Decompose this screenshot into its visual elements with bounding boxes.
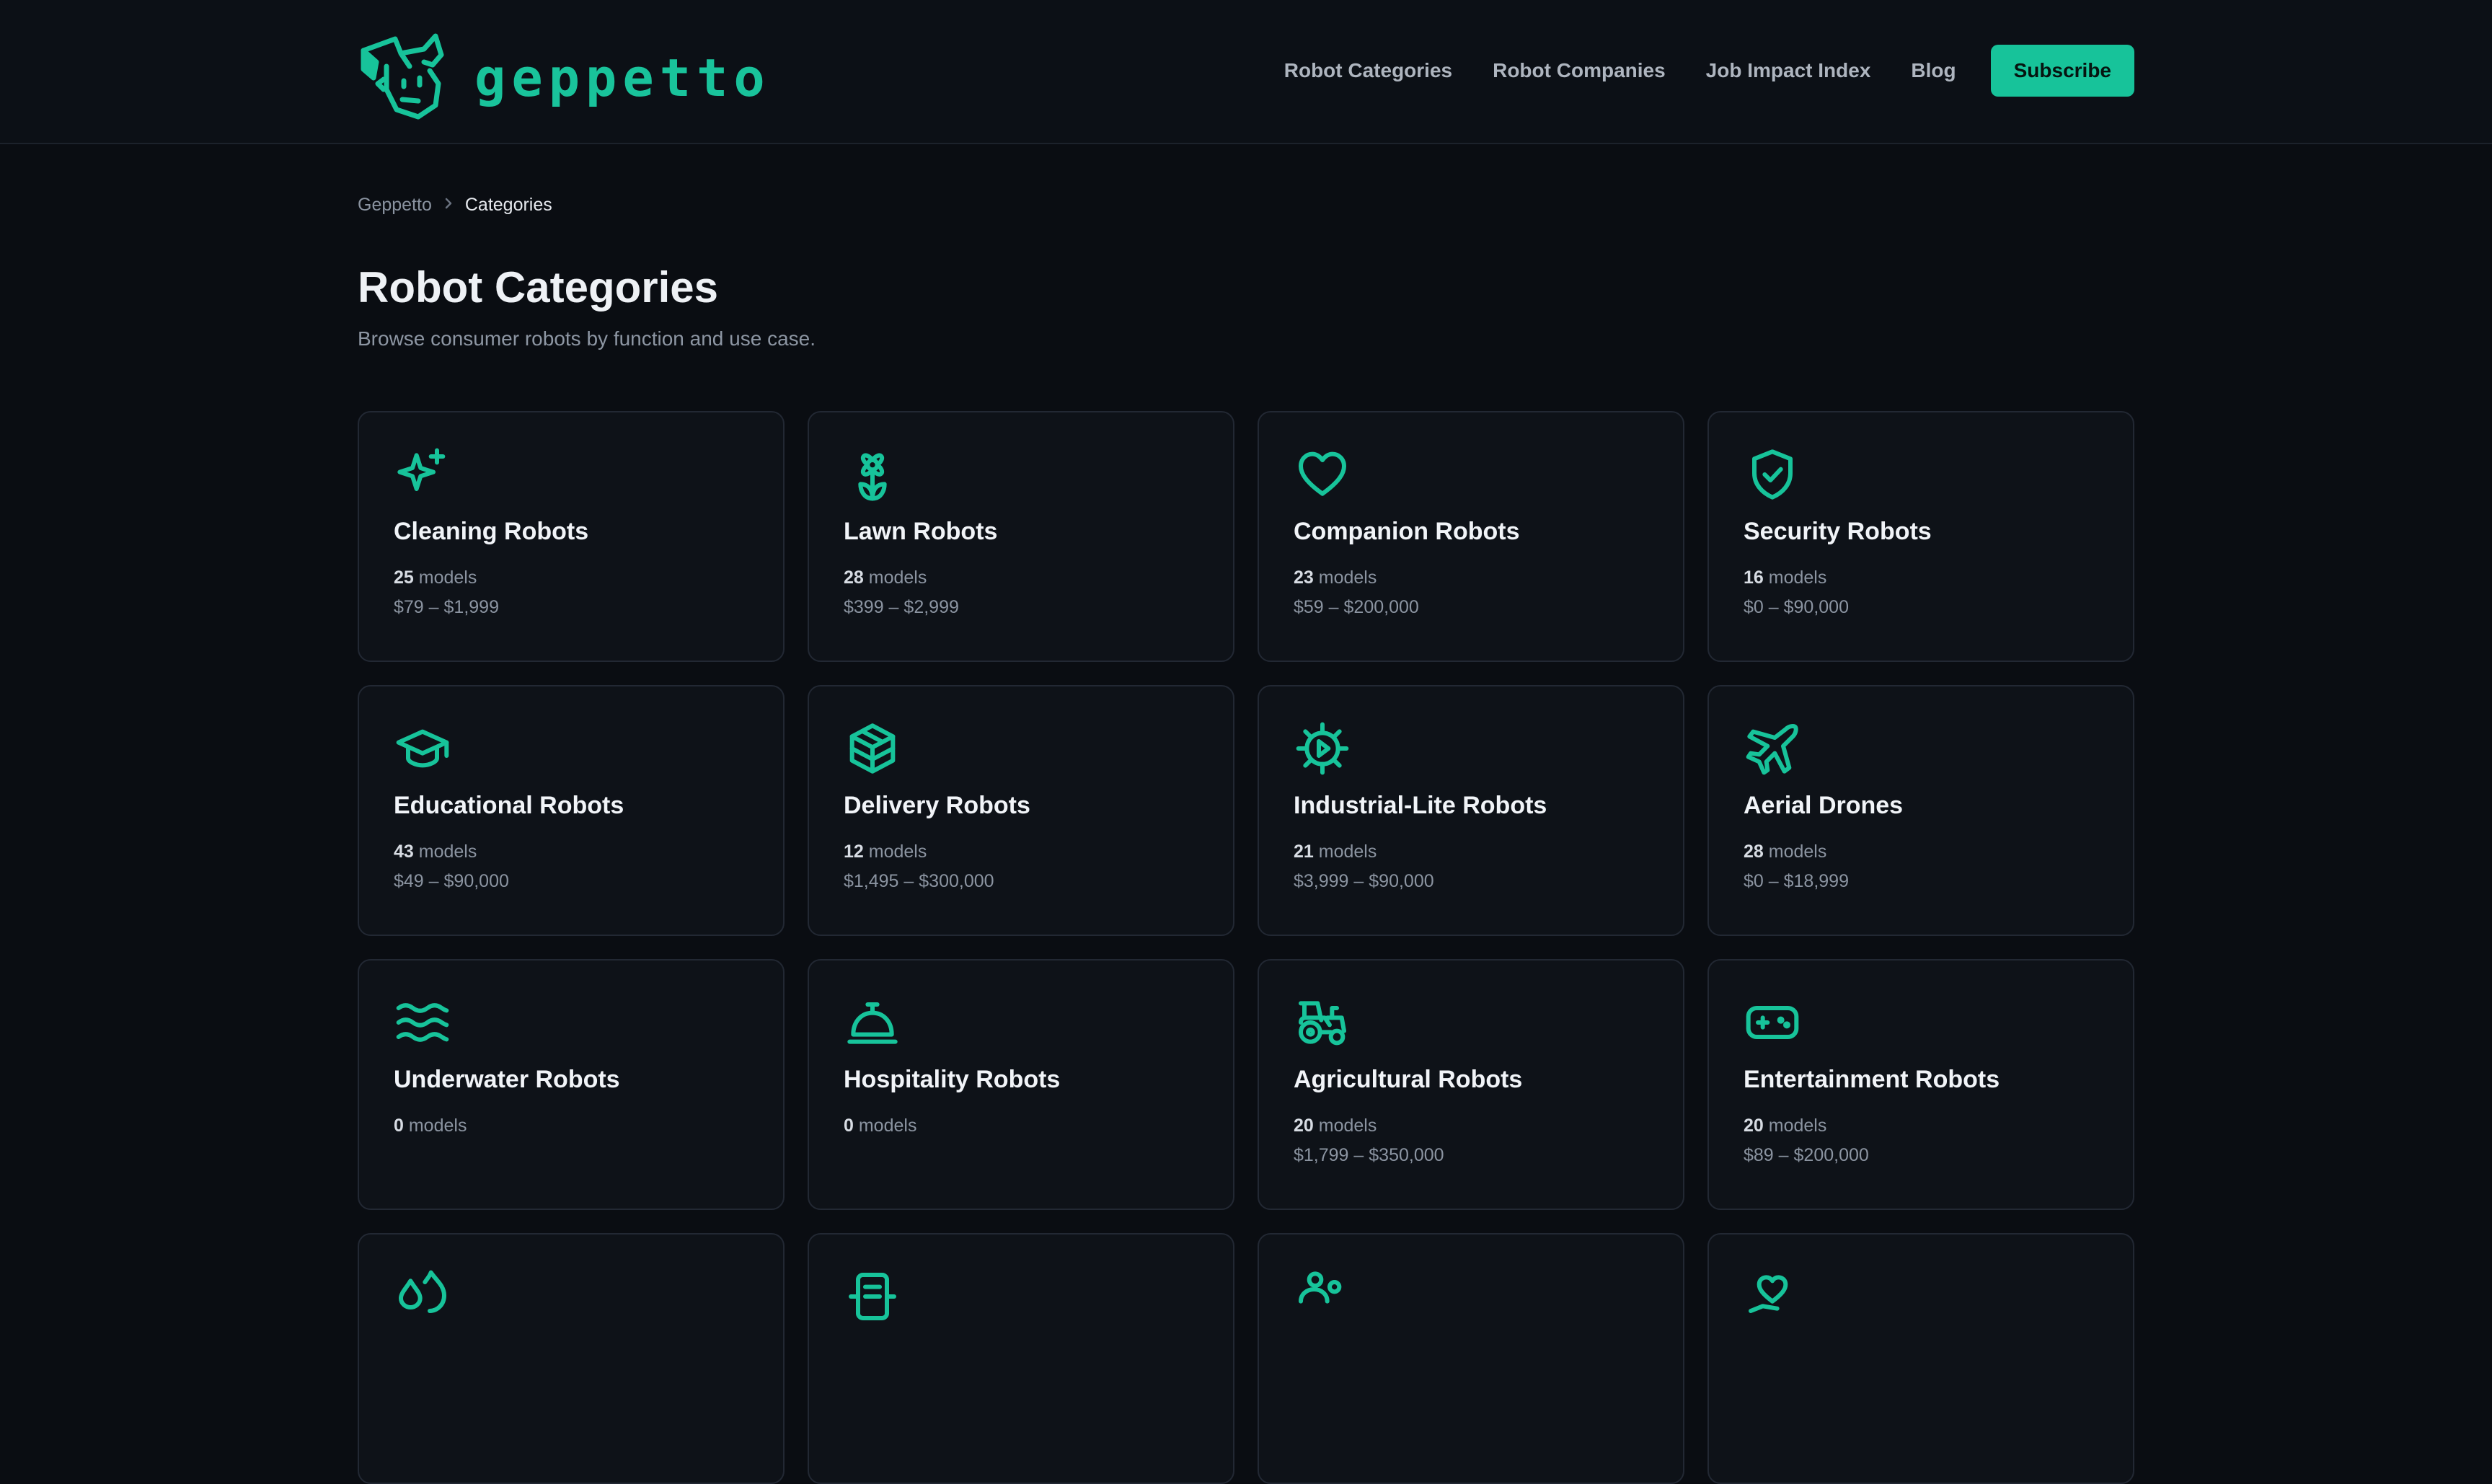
- flower-icon: [844, 446, 901, 503]
- brand-name: geppetto: [474, 48, 771, 108]
- tractor-icon: [1294, 994, 1351, 1051]
- category-card-13[interactable]: [358, 1233, 785, 1484]
- package-icon: [844, 720, 901, 777]
- category-card-entertainment[interactable]: Entertainment Robots 20 models $89 – $20…: [1707, 959, 2134, 1210]
- geppetto-logo-icon: [361, 33, 444, 120]
- category-card-lawn[interactable]: Lawn Robots 28 models $399 – $2,999: [808, 411, 1234, 662]
- breadcrumb-root[interactable]: Geppetto: [358, 195, 432, 216]
- category-count: 20 models: [1744, 1116, 1827, 1136]
- category-card-hospitality[interactable]: Hospitality Robots 0 models: [808, 959, 1234, 1210]
- category-name: Aerial Drones: [1744, 792, 1904, 819]
- category-name: Underwater Robots: [394, 1066, 620, 1093]
- page-subtitle: Browse consumer robots by function and u…: [358, 327, 816, 350]
- nav-blog[interactable]: Blog: [1911, 59, 1956, 82]
- category-count: 20 models: [1294, 1116, 1377, 1136]
- category-count: 21 models: [1294, 842, 1377, 862]
- category-price-range: $0 – $18,999: [1744, 871, 1849, 891]
- main-nav: Robot Categories Robot Companies Job Imp…: [1284, 45, 2134, 97]
- category-price-range: $1,495 – $300,000: [844, 871, 994, 891]
- category-name: Entertainment Robots: [1744, 1066, 2000, 1093]
- category-name: Educational Robots: [394, 792, 624, 819]
- category-name: Hospitality Robots: [844, 1066, 1061, 1093]
- category-count: 16 models: [1744, 567, 1827, 588]
- category-name: Companion Robots: [1294, 518, 1520, 545]
- clipboard-icon: [844, 1268, 901, 1325]
- category-count: 0 models: [394, 1116, 467, 1136]
- subscribe-button[interactable]: Subscribe: [1990, 45, 2134, 97]
- heart-icon: [1294, 446, 1351, 503]
- category-card-educational[interactable]: Educational Robots 43 models $49 – $90,0…: [358, 685, 785, 936]
- logo[interactable]: geppetto: [358, 33, 771, 123]
- service-bell-icon: [844, 994, 901, 1051]
- waves-icon: [394, 994, 451, 1051]
- breadcrumb-current: Categories: [464, 194, 552, 215]
- heart-hand-icon: [1744, 1268, 1801, 1325]
- bubbles-icon: [1294, 1268, 1351, 1325]
- gear-play-icon: [1294, 720, 1351, 777]
- category-card-aerial-drones[interactable]: Aerial Drones 28 models $0 – $18,999: [1707, 685, 2134, 936]
- category-price-range: $79 – $1,999: [394, 597, 499, 617]
- category-name: Security Robots: [1744, 518, 1932, 545]
- category-card-underwater[interactable]: Underwater Robots 0 models: [358, 959, 785, 1210]
- nav-job-impact-index[interactable]: Job Impact Index: [1706, 59, 1871, 82]
- category-card-security[interactable]: Security Robots 16 models $0 – $90,000: [1707, 411, 2134, 662]
- page-title: Robot Categories: [358, 263, 719, 312]
- category-card-cleaning[interactable]: Cleaning Robots 25 models $79 – $1,999: [358, 411, 785, 662]
- category-count: 23 models: [1294, 567, 1377, 588]
- category-price-range: $3,999 – $90,000: [1294, 871, 1434, 891]
- category-card-14[interactable]: [808, 1233, 1234, 1484]
- category-price-range: $0 – $90,000: [1744, 597, 1849, 617]
- category-name: Industrial-Lite Robots: [1294, 792, 1547, 819]
- category-count: 0 models: [844, 1116, 917, 1136]
- category-name: Lawn Robots: [844, 518, 998, 545]
- nav-robot-categories[interactable]: Robot Categories: [1284, 59, 1452, 82]
- nav-robot-companies[interactable]: Robot Companies: [1493, 59, 1666, 82]
- category-count: 25 models: [394, 567, 477, 588]
- category-price-range: $399 – $2,999: [844, 597, 959, 617]
- category-count: 28 models: [1744, 842, 1827, 862]
- graduation-cap-icon: [394, 720, 451, 777]
- plane-icon: [1744, 720, 1801, 777]
- category-card-companion[interactable]: Companion Robots 23 models $59 – $200,00…: [1258, 411, 1684, 662]
- droplets-icon: [394, 1268, 451, 1325]
- category-card-16[interactable]: [1707, 1233, 2134, 1484]
- sparkles-icon: [394, 446, 451, 503]
- category-card-15[interactable]: [1258, 1233, 1684, 1484]
- chevron-right-icon: [443, 195, 454, 214]
- category-name: Agricultural Robots: [1294, 1066, 1523, 1093]
- category-card-industrial-lite[interactable]: Industrial-Lite Robots 21 models $3,999 …: [1258, 685, 1684, 936]
- category-price-range: $49 – $90,000: [394, 871, 509, 891]
- category-price-range: $1,799 – $350,000: [1294, 1145, 1444, 1165]
- category-card-delivery[interactable]: Delivery Robots 12 models $1,495 – $300,…: [808, 685, 1234, 936]
- gamepad-icon: [1744, 994, 1801, 1051]
- shield-check-icon: [1744, 446, 1801, 503]
- category-count: 28 models: [844, 567, 927, 588]
- category-card-agricultural[interactable]: Agricultural Robots 20 models $1,799 – $…: [1258, 959, 1684, 1210]
- category-price-range: $89 – $200,000: [1744, 1145, 1869, 1165]
- category-name: Cleaning Robots: [394, 518, 589, 545]
- breadcrumb: Geppetto Categories: [358, 192, 552, 218]
- category-price-range: $59 – $200,000: [1294, 597, 1419, 617]
- site-header: geppetto Robot Categories Robot Companie…: [0, 0, 2492, 144]
- category-count: 43 models: [394, 842, 477, 862]
- category-grid: Cleaning Robots 25 models $79 – $1,999 L…: [358, 411, 2134, 1484]
- category-count: 12 models: [844, 842, 927, 862]
- category-name: Delivery Robots: [844, 792, 1030, 819]
